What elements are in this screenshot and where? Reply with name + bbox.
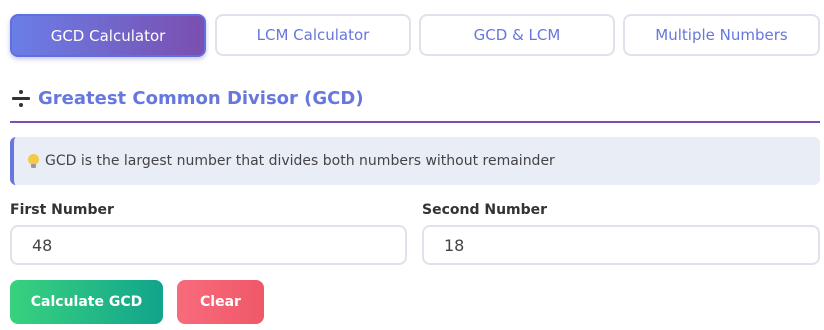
second-number-label: Second Number xyxy=(422,202,548,218)
tab-multiple-numbers[interactable]: Multiple Numbers xyxy=(623,14,820,56)
clear-button[interactable]: Clear xyxy=(177,280,264,324)
info-text: GCD is the largest number that divides b… xyxy=(45,153,555,169)
section-title: Greatest Common Divisor (GCD) xyxy=(38,87,364,109)
lightbulb-icon xyxy=(28,153,39,169)
first-number-label: First Number xyxy=(10,202,114,218)
tab-gcd-calculator[interactable]: GCD Calculator xyxy=(10,14,206,57)
tab-gcd-and-lcm[interactable]: GCD & LCM xyxy=(419,14,615,56)
info-box: GCD is the largest number that divides b… xyxy=(10,137,820,185)
tab-lcm-calculator[interactable]: LCM Calculator xyxy=(215,14,411,56)
second-number-input[interactable] xyxy=(422,225,820,265)
first-number-input[interactable] xyxy=(10,225,407,265)
tab-bar: GCD Calculator LCM Calculator GCD & LCM … xyxy=(10,14,820,60)
section-header: Greatest Common Divisor (GCD) xyxy=(10,84,364,112)
calculate-gcd-button[interactable]: Calculate GCD xyxy=(10,280,163,324)
section-divider xyxy=(10,121,820,123)
divide-icon xyxy=(10,87,32,109)
